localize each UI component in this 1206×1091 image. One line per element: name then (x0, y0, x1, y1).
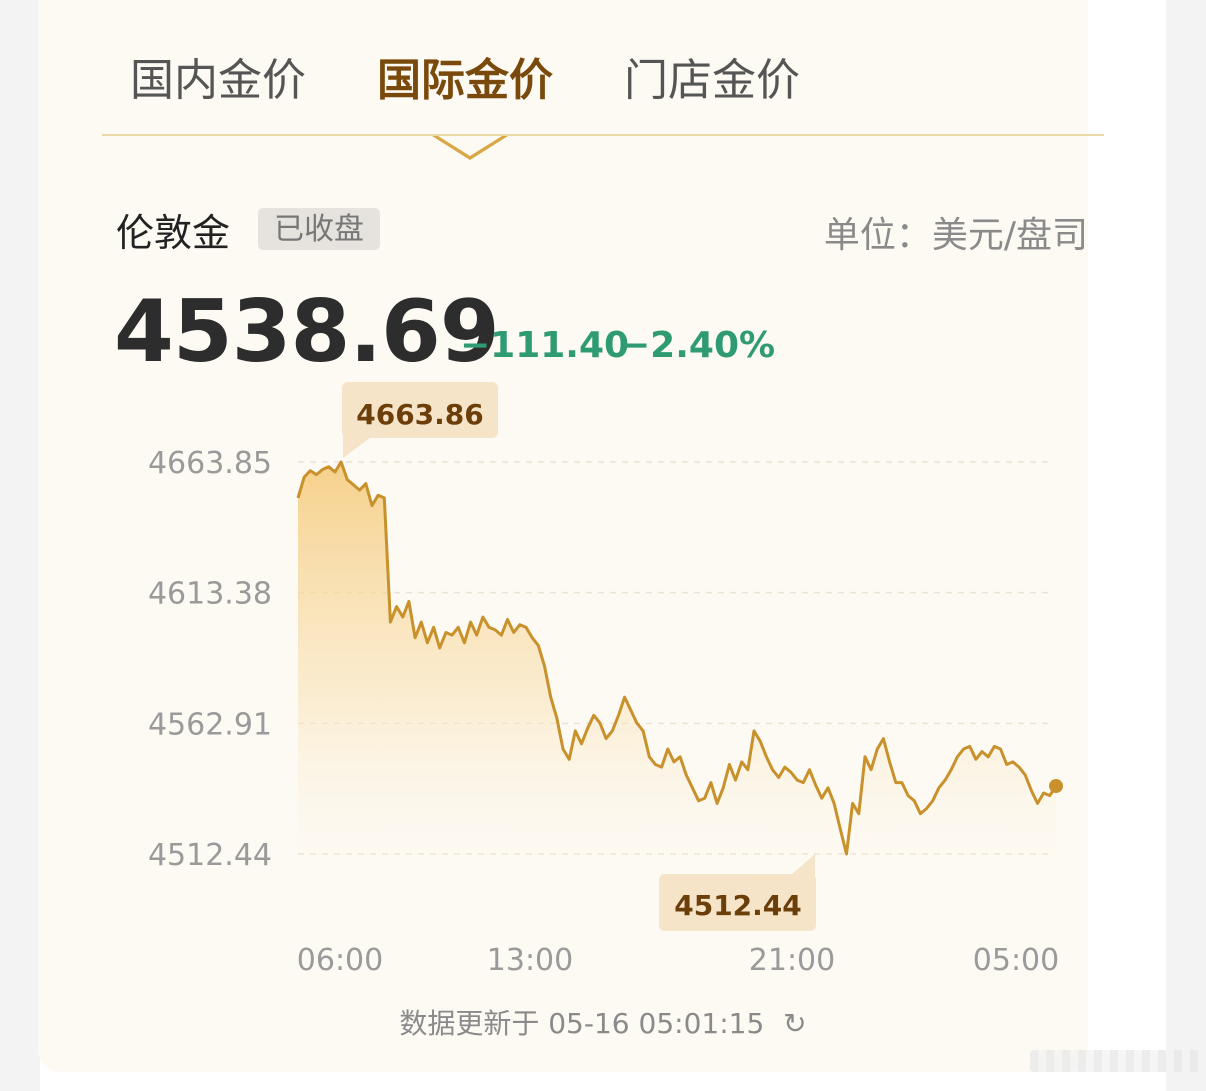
update-time-text: 数据更新于 05-16 05:01:15 (399, 1007, 765, 1040)
x-tick-label: 06:00 (297, 943, 383, 978)
max-callout: 4663.86 (342, 382, 498, 458)
x-tick-label: 05:00 (973, 943, 1059, 978)
update-footer[interactable]: 数据更新于 05-16 05:01:15 ↻ (0, 1002, 1206, 1042)
y-tick-label: 4613.38 (148, 577, 272, 612)
price-chart[interactable]: 4663.85 4613.38 4562.91 4512.44 06:00 13:00 2… (0, 0, 1206, 1000)
y-tick-label: 4512.44 (148, 838, 272, 873)
latest-price-dot (1049, 779, 1063, 794)
y-tick-label: 4663.85 (148, 446, 272, 481)
price-area-fill (298, 462, 1056, 894)
max-price-label: 4663.86 (356, 398, 484, 431)
min-price-label: 4512.44 (674, 889, 802, 922)
refresh-icon[interactable]: ↻ (783, 1007, 806, 1040)
y-tick-label: 4562.91 (148, 707, 272, 742)
scroll-indicator (1030, 1050, 1200, 1072)
x-tick-label: 21:00 (749, 943, 835, 978)
x-tick-label: 13:00 (487, 943, 573, 978)
